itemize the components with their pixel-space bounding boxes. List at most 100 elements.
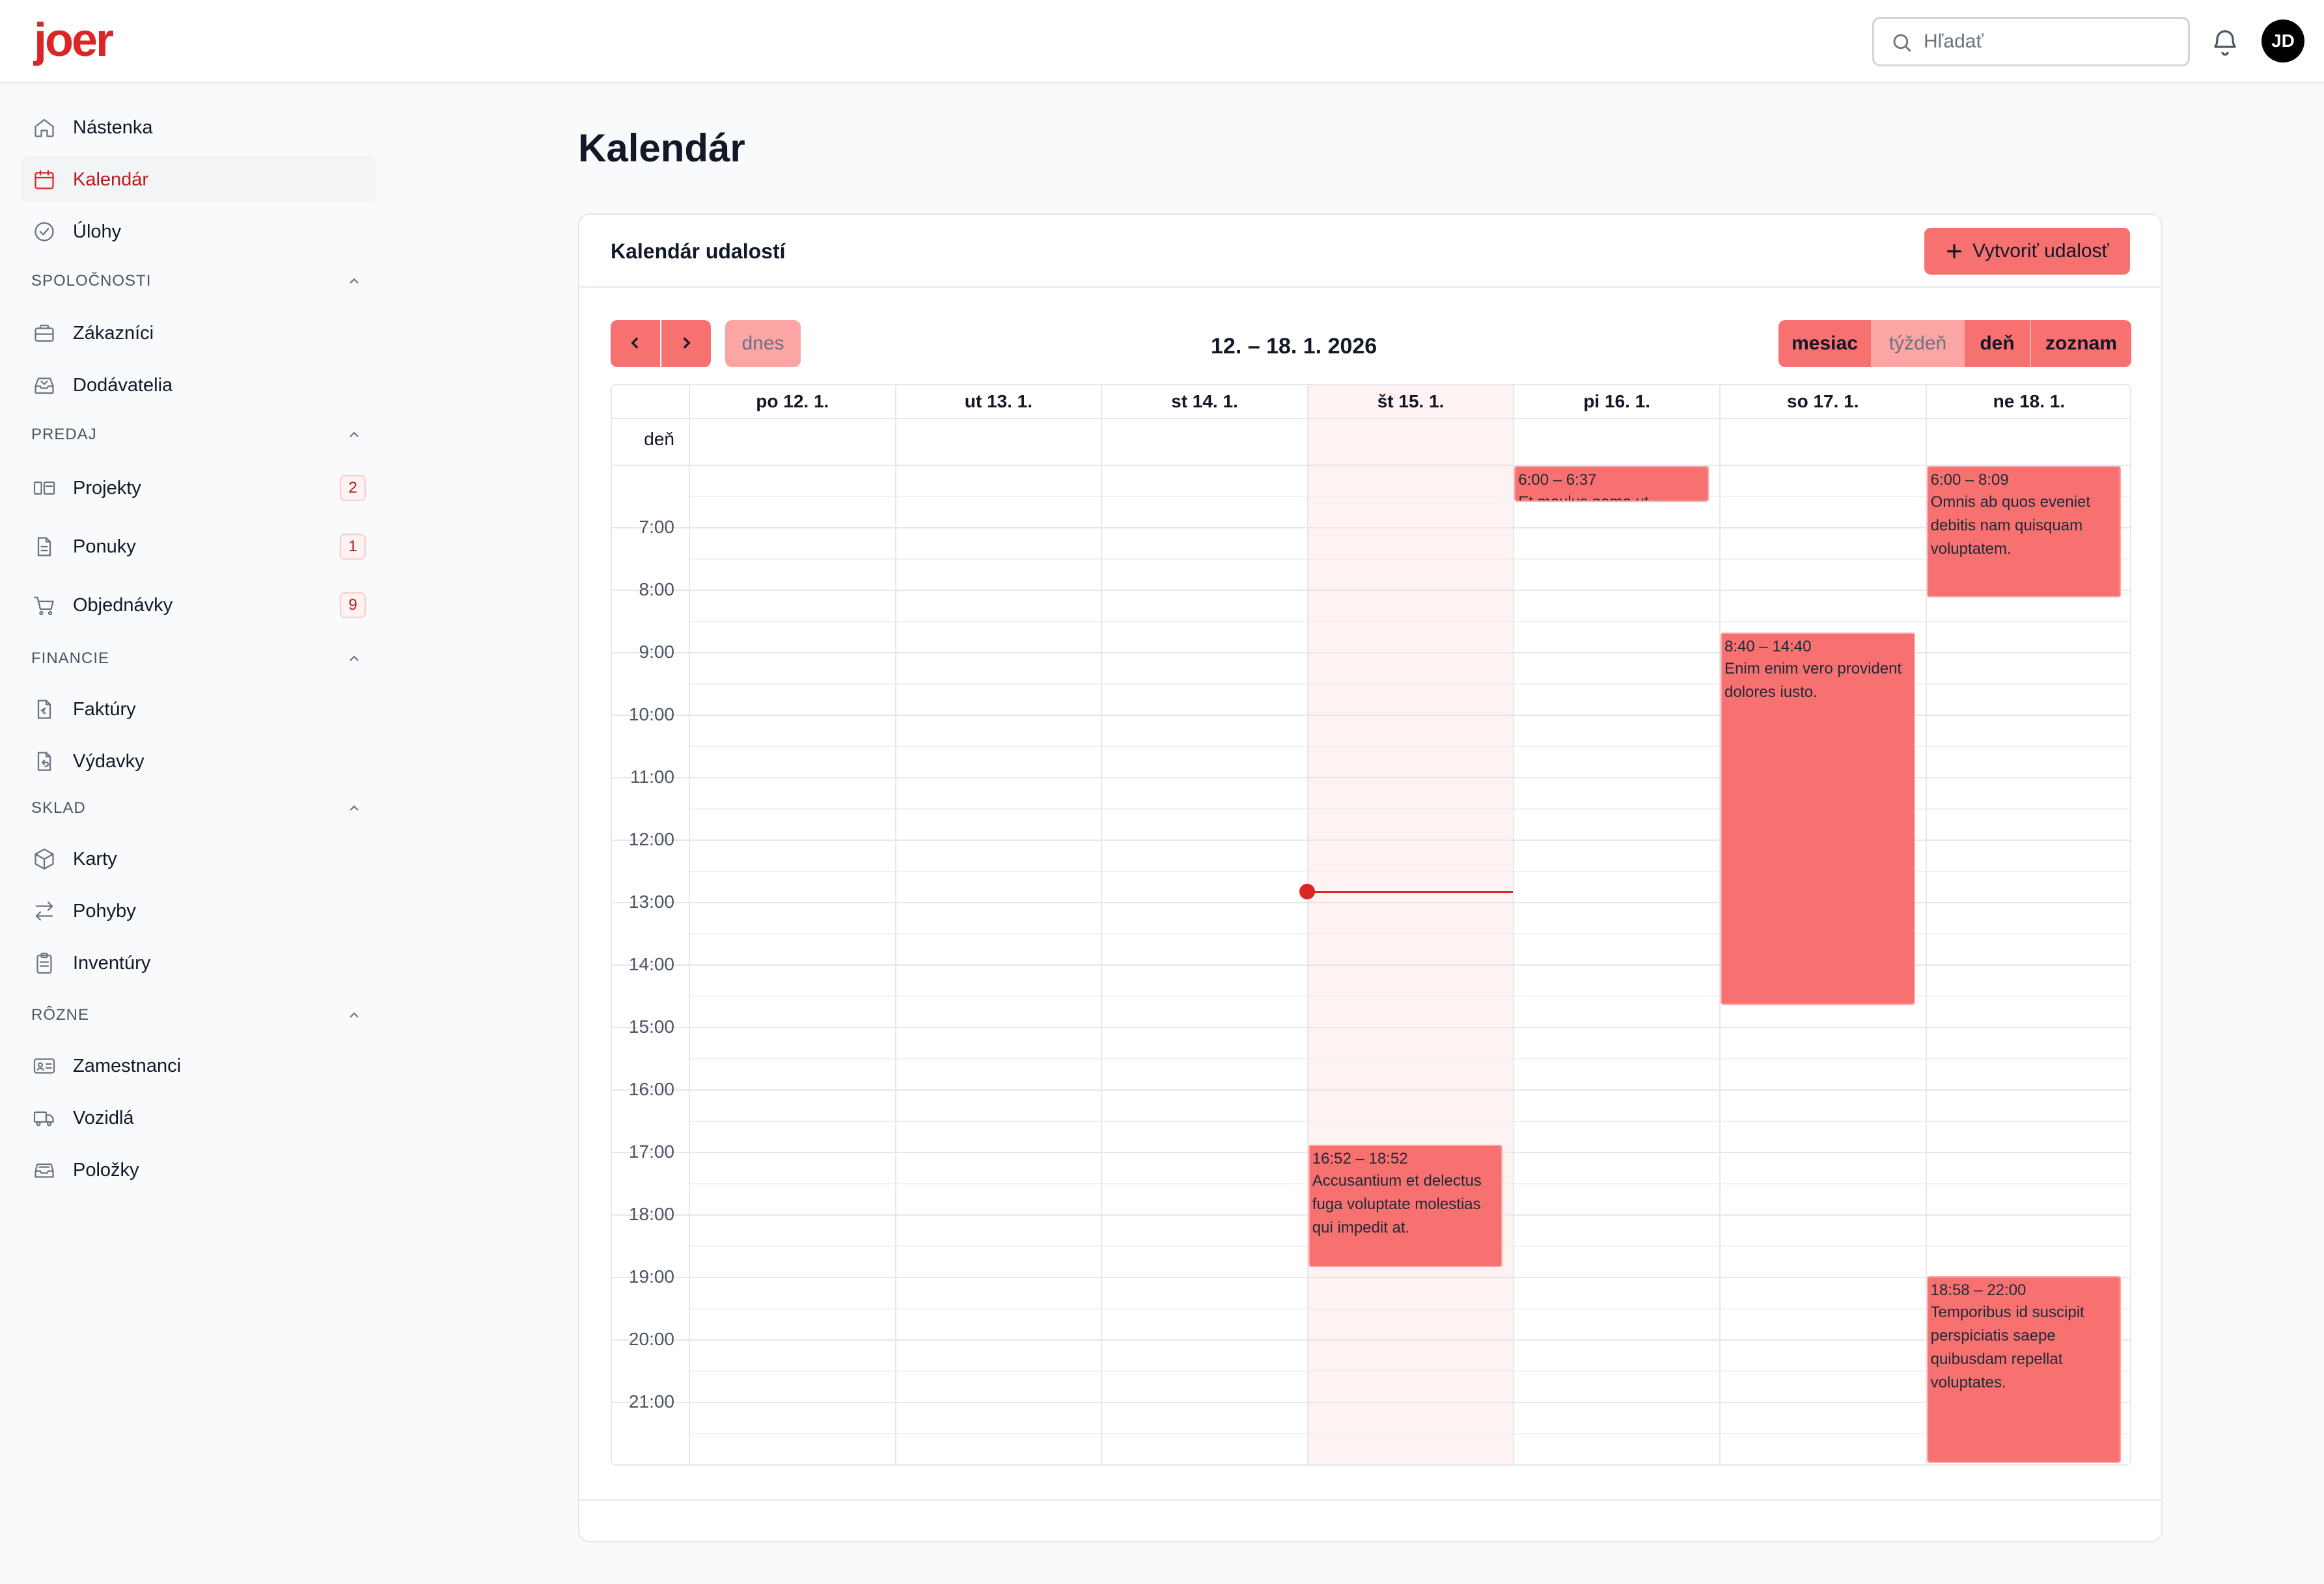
week-grid: deň po 12. 1. ut 13. 1. st 14. 1. št 15. 1.… [611,384,2131,1466]
truck-icon [33,1111,54,1127]
chevron-right-icon [683,336,691,349]
avatar[interactable]: JD [2262,20,2304,62]
section-title: FINANCIE [31,649,110,667]
sidebar-item-label: Projekty [73,478,141,498]
hour-line [612,527,2130,528]
sidebar-item-label: Výdavky [73,751,145,772]
view-day-button[interactable]: deň [1965,320,2031,367]
half-hour-line [689,683,2130,685]
chevron-up-icon[interactable] [346,273,362,289]
sidebar-item-ulohy[interactable]: Úlohy [21,208,376,255]
arrows-icon [35,901,53,921]
prev-button[interactable] [611,320,660,367]
sidebar-item-label: Kalendár [73,169,149,190]
day-header[interactable]: pi 16. 1. [1513,385,1719,418]
event-title: Accusantium et delectus fuga voluptate m… [1312,1172,1482,1237]
chevron-up-icon[interactable] [346,1007,362,1023]
day-column-divider [689,385,690,1464]
logo[interactable]: joer [34,14,114,66]
day-header[interactable]: ne 18. 1. [1925,385,2130,418]
sidebar-item-pohyby[interactable]: Pohyby [21,888,376,935]
projects-icon [33,481,55,495]
view-week-button[interactable]: týždeň [1872,320,1965,367]
search-icon [1893,34,1911,52]
search-box[interactable] [1872,17,2190,66]
top-bar: joer JD [0,0,2324,83]
hour-label: 17:00 [628,1141,674,1162]
sidebar-item-dodavatelia[interactable]: Dodávatelia [21,362,376,409]
sidebar-item-ponuky[interactable]: Ponuky 1 [21,523,376,570]
hour-label: 9:00 [639,642,675,662]
hour-label: 19:00 [628,1266,674,1287]
calendar-event[interactable]: 18:58 – 22:00 Temporibus id suscipit pers… [1926,1276,2122,1463]
day-header[interactable]: ut 13. 1. [894,385,1101,418]
sidebar-item-nastenka[interactable]: Nástenka [21,104,376,151]
header-divider [612,418,2130,419]
bell-icon[interactable] [2209,26,2241,57]
now-indicator-line [1307,891,1514,893]
today-button[interactable]: dnes [725,320,801,367]
sidebar-item-vozidla[interactable]: Vozidlá [21,1095,376,1141]
event-time: 6:00 – 8:09 [1930,471,2009,489]
sidebar-item-label: Pohyby [73,901,136,922]
sidebar-item-kalendar[interactable]: Kalendár [21,156,376,203]
half-hour-line [689,1058,2130,1059]
sidebar-section-sklad[interactable]: SKLAD [31,795,370,821]
chevron-up-icon[interactable] [346,651,362,666]
card-header: Kalendár udalostí Vytvoriť udalosť [579,215,2161,288]
sidebar-item-objednavky[interactable]: Objednávky 9 [21,582,376,629]
today-column-highlight [1307,385,1514,1464]
sidebar-item-label: Vozidlá [73,1108,134,1128]
sidebar-item-faktury[interactable]: Faktúry [21,686,376,733]
cart-icon [33,596,54,616]
allday-label: deň [644,429,674,449]
hour-label: 14:00 [628,954,674,974]
create-event-button[interactable]: Vytvoriť udalosť [1924,228,2130,275]
sidebar-item-vydavky[interactable]: Výdavky [21,738,376,785]
hour-line [612,1339,2130,1341]
hour-label: 13:00 [628,892,674,912]
day-header[interactable]: st 14. 1. [1101,385,1307,418]
calendar-event[interactable]: 8:40 – 14:40 Enim enim vero provident dol… [1721,633,1915,1005]
sidebar-item-karty[interactable]: Karty [21,836,376,882]
sidebar-section-predaj[interactable]: PREDAJ [31,422,370,448]
hour-label: 15:00 [628,1017,674,1037]
sidebar-item-zakaznici[interactable]: Zákazníci [21,310,376,357]
sidebar-section-financie[interactable]: FINANCIE [31,646,370,672]
now-indicator-dot [1299,884,1315,899]
day-column-divider [894,385,896,1464]
calendar-event[interactable]: 6:00 – 6:37 Et moulus nemo ut [1514,466,1709,502]
cube-icon [35,848,54,870]
sidebar-item-projekty[interactable]: Projekty 2 [21,465,376,512]
sidebar-item-label: Faktúry [73,699,136,720]
day-header[interactable]: so 17. 1. [1719,385,1926,418]
hour-label: 7:00 [639,517,675,537]
invoice-icon [37,700,51,719]
count-badge: 9 [340,592,366,618]
day-header[interactable]: št 15. 1. [1307,385,1514,418]
half-hour-line [689,996,2130,997]
half-hour-line [689,1121,2130,1122]
create-event-label: Vytvoriť udalosť [1972,240,2109,262]
sidebar-item-label: Inventúry [73,953,151,974]
next-button[interactable] [661,320,711,367]
calendar-event[interactable]: 6:00 – 8:09 Omnis ab quos eveniet debitis… [1926,466,2122,598]
half-hour-line [689,746,2130,747]
chevron-up-icon[interactable] [346,800,362,816]
chevron-up-icon[interactable] [346,427,362,443]
sidebar-item-inventury[interactable]: Inventúry [21,940,376,987]
search-input[interactable] [1924,27,2178,57]
sidebar-section-rozne[interactable]: RÔZNE [31,1002,370,1028]
tray-icon [35,1163,54,1178]
sidebar-item-label: Dodávatelia [73,375,173,396]
sidebar-section-spolocnosti[interactable]: SPOLOČNOSTI [31,268,370,294]
calendar-event[interactable]: 16:52 – 18:52 Accusantium et delectus fug… [1308,1145,1503,1268]
sidebar-item-polozky[interactable]: Položky [21,1147,376,1194]
hour-line [612,1027,2130,1028]
section-title: SKLAD [31,799,86,817]
view-month-button[interactable]: mesiac [1778,320,1872,367]
day-header[interactable]: po 12. 1. [689,385,895,418]
sidebar-item-zamestnanci[interactable]: Zamestnanci [21,1043,376,1089]
view-list-button[interactable]: zoznam [2031,320,2131,367]
calendar-icon [35,170,54,189]
